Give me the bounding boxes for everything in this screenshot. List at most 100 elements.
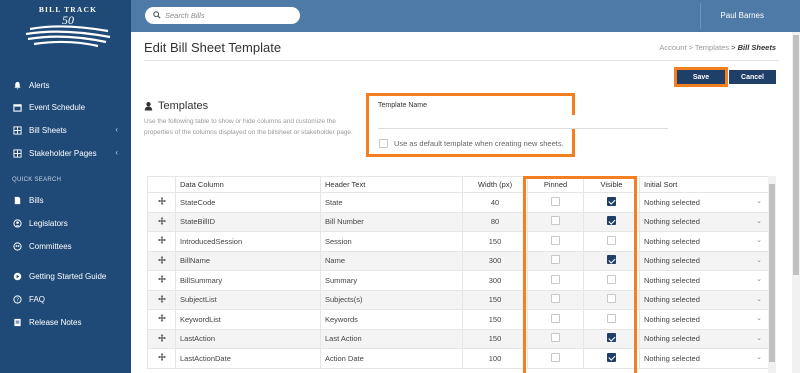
header-text-cell[interactable]: Keywords — [320, 309, 463, 330]
data-column-cell: StateBillID — [175, 211, 321, 232]
sidebar-item-stakeholder-pages[interactable]: Stakeholder Pages ‹ — [0, 144, 131, 162]
sidebar-item-label: Legislators — [29, 218, 68, 228]
divider — [700, 3, 701, 29]
quick-search-heading: QUICK SEARCH — [12, 177, 62, 183]
sidebar-item-bills[interactable]: Bills — [0, 191, 131, 209]
templates-title: Templates — [158, 100, 209, 112]
data-column-cell: SubjectList — [175, 289, 321, 310]
templates-description: Use the following table to show or hide … — [144, 118, 353, 136]
chevron-down-icon: ⌄ — [756, 315, 762, 322]
header-text-cell[interactable]: Subjects(s) — [320, 289, 463, 310]
page-scrollbar[interactable] — [792, 32, 800, 373]
drag-handle-icon[interactable] — [147, 328, 176, 349]
breadcrumb-current: Bill Sheets — [737, 43, 776, 52]
template-name-input[interactable] — [378, 115, 668, 129]
template-name-label: Template Name — [378, 102, 428, 109]
search-input[interactable] — [165, 11, 295, 20]
table-row: StateCode State 40 Nothing selected ⌄ — [147, 192, 769, 213]
sidebar-item-getting-started[interactable]: Getting Started Guide — [0, 267, 131, 285]
sidebar-item-alerts[interactable]: Alerts — [0, 76, 131, 94]
initial-sort-select[interactable]: Nothing selected ⌄ — [639, 211, 769, 232]
drag-handle-icon[interactable] — [147, 192, 176, 213]
data-column-cell: IntroducedSession — [175, 231, 321, 252]
search-box[interactable] — [145, 7, 300, 24]
initial-sort-value: Nothing selected — [644, 353, 700, 363]
sidebar-item-bill-sheets[interactable]: Bill Sheets ‹ — [0, 121, 131, 139]
default-template-checkbox[interactable]: Use as default template when creating ne… — [379, 139, 564, 148]
initial-sort-select[interactable]: Nothing selected ⌄ — [639, 270, 769, 291]
header-text-cell[interactable]: Name — [320, 250, 463, 271]
drag-handle-icon[interactable] — [147, 250, 176, 271]
scrollbar-thumb[interactable] — [793, 35, 799, 275]
table-row: LastAction Last Action 150 Nothing selected… — [147, 328, 769, 349]
width-cell[interactable]: 100 — [462, 348, 528, 369]
table-row: KeywordList Keywords 150 Nothing selected ⌄ — [147, 309, 769, 330]
width-cell[interactable]: 300 — [462, 250, 528, 271]
width-cell[interactable]: 150 — [462, 289, 528, 310]
initial-sort-value: Nothing selected — [644, 197, 700, 207]
cancel-button[interactable]: Cancel — [729, 70, 776, 84]
sidebar-item-release-notes[interactable]: Release Notes — [0, 313, 131, 331]
width-cell[interactable]: 300 — [462, 270, 528, 291]
initial-sort-value: Nothing selected — [644, 256, 700, 266]
data-column-cell: LastAction — [175, 328, 321, 349]
breadcrumb: Account > Templates > Bill Sheets — [659, 43, 776, 52]
highlight-pinned-visible — [523, 176, 637, 373]
initial-sort-value: Nothing selected — [644, 236, 700, 246]
chevron-down-icon: ⌄ — [756, 354, 762, 361]
drag-handle-icon[interactable] — [147, 289, 176, 310]
initial-sort-select[interactable]: Nothing selected ⌄ — [639, 328, 769, 349]
user-menu[interactable]: Paul Barnes — [720, 11, 764, 20]
breadcrumb-templates[interactable]: Templates — [695, 43, 729, 52]
width-cell[interactable]: 80 — [462, 211, 528, 232]
default-template-label: Use as default template when creating ne… — [394, 139, 564, 148]
billtrack50-logo[interactable]: BILL TRACK 50 — [22, 5, 114, 55]
scrollbar-thumb[interactable] — [769, 184, 775, 362]
table-scrollbar[interactable] — [768, 176, 776, 373]
top-bar: Paul Barnes — [131, 0, 800, 32]
drag-handle-icon[interactable] — [147, 270, 176, 291]
initial-sort-select[interactable]: Nothing selected ⌄ — [639, 348, 769, 369]
width-cell[interactable]: 150 — [462, 231, 528, 252]
sidebar-item-legislators[interactable]: Legislators — [0, 214, 131, 232]
person-icon — [12, 218, 22, 228]
notes-icon — [12, 317, 22, 327]
chevron-left-icon: ‹ — [115, 125, 118, 134]
data-column-cell: BillSummary — [175, 270, 321, 291]
data-column-cell: LastActionDate — [175, 348, 321, 369]
sidebar-item-committees[interactable]: Committees — [0, 237, 131, 255]
sidebar-item-faq[interactable]: ? FAQ — [0, 290, 131, 308]
drag-handle-icon[interactable] — [147, 309, 176, 330]
drag-handle-icon[interactable] — [147, 211, 176, 232]
sidebar-item-event-schedule[interactable]: Event Schedule — [0, 98, 131, 116]
header-text-cell[interactable]: State — [320, 192, 463, 213]
initial-sort-value: Nothing selected — [644, 275, 700, 285]
sidebar-item-label: FAQ — [29, 294, 46, 304]
header-text-cell[interactable]: Last Action — [320, 328, 463, 349]
initial-sort-select[interactable]: Nothing selected ⌄ — [639, 289, 769, 310]
initial-sort-select[interactable]: Nothing selected ⌄ — [639, 250, 769, 271]
header-text-cell[interactable]: Bill Number — [320, 211, 463, 232]
checkbox-box[interactable] — [379, 139, 388, 148]
grid-icon — [12, 148, 22, 158]
initial-sort-select[interactable]: Nothing selected ⌄ — [639, 192, 769, 213]
chevron-down-icon: ⌄ — [756, 198, 762, 205]
initial-sort-select[interactable]: Nothing selected ⌄ — [639, 309, 769, 330]
drag-handle-icon[interactable] — [147, 348, 176, 369]
initial-sort-select[interactable]: Nothing selected ⌄ — [639, 231, 769, 252]
drag-handle-icon[interactable] — [147, 231, 176, 252]
header-text-cell[interactable]: Action Date — [320, 348, 463, 369]
document-icon — [12, 195, 22, 205]
header-text-cell[interactable]: Summary — [320, 270, 463, 291]
width-cell[interactable]: 150 — [462, 328, 528, 349]
sidebar-item-label: Bill Sheets — [29, 125, 67, 135]
chevron-down-icon: ⌄ — [756, 276, 762, 283]
sidebar-item-label: Bills — [29, 195, 44, 205]
drag-header — [147, 176, 176, 193]
width-cell[interactable]: 150 — [462, 309, 528, 330]
save-button[interactable]: Save — [677, 70, 725, 84]
width-cell[interactable]: 40 — [462, 192, 528, 213]
header-text-cell[interactable]: Session — [320, 231, 463, 252]
chevron-down-icon: ⌄ — [756, 217, 762, 225]
breadcrumb-account[interactable]: Account — [659, 43, 686, 52]
